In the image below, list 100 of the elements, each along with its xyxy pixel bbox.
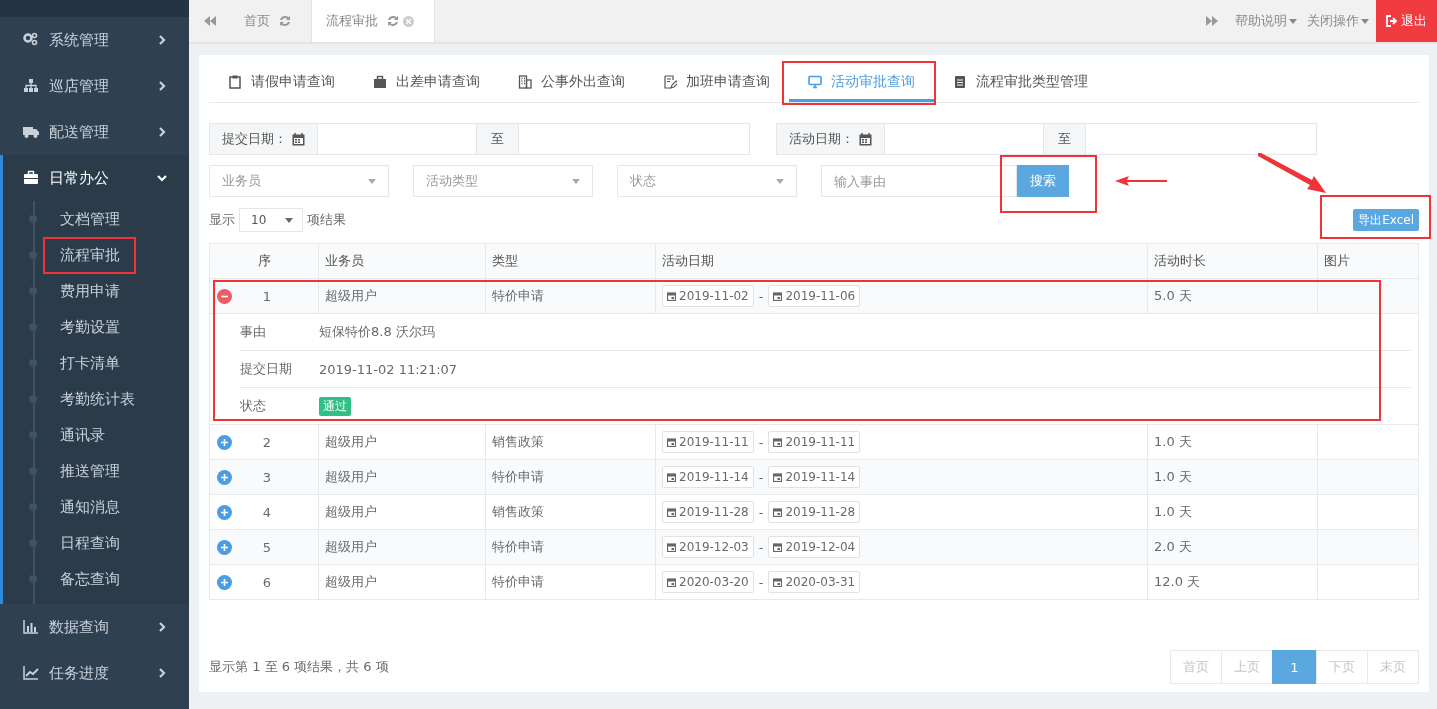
calendar-icon [773, 472, 783, 482]
caret-down-icon [776, 178, 784, 184]
tab[interactable]: 流程审批类型管理 [934, 65, 1107, 102]
detail-label: 状态 [240, 397, 267, 415]
table-cell: 1.0 天 [1148, 425, 1318, 459]
sidebar-item[interactable]: 日常办公 [3, 155, 189, 201]
refresh-icon[interactable] [279, 15, 291, 27]
sidebar-item[interactable]: 巡店管理 [0, 63, 189, 109]
column-header: 业务员 [319, 244, 486, 278]
row-number: 2 [262, 434, 272, 450]
sidebar-subitem[interactable]: 备忘查询 [60, 569, 120, 589]
caret-down-icon [368, 178, 376, 184]
date-text: 2019-11-14 [679, 470, 749, 484]
calendar-icon [667, 472, 676, 482]
table-cell: 5.0 天 [1148, 279, 1318, 313]
calendar-icon [667, 577, 676, 587]
date-range-field[interactable]: 活动日期： 至 [776, 123, 1317, 155]
gears-icon [23, 32, 39, 48]
double-left-icon[interactable] [203, 16, 216, 26]
expand-button[interactable] [217, 540, 232, 555]
tab[interactable]: 加班申请查询 [644, 65, 789, 102]
page-tab[interactable]: 流程审批 [312, 0, 435, 42]
column-header: 活动时长 [1148, 244, 1318, 278]
detail-value: 2019-11-02 11:21:07 [319, 361, 458, 377]
close-icon[interactable] [403, 15, 414, 27]
column-header: 类型 [486, 244, 656, 278]
page-length-select[interactable]: 10 [239, 208, 303, 232]
expand-button[interactable] [217, 435, 232, 450]
sidebar-subitem[interactable]: 打卡清单 [60, 353, 120, 373]
detail-label: 提交日期 [240, 360, 293, 378]
calendar-icon [667, 542, 676, 552]
double-right-icon[interactable] [1206, 16, 1218, 26]
sign-out-icon [1386, 15, 1398, 27]
field-label: 活动日期： [789, 130, 854, 148]
date-text: 2019-11-02 [679, 289, 749, 303]
reason-input[interactable]: 输入事由 [821, 165, 1017, 197]
sidebar-subitem[interactable]: 通讯录 [60, 425, 105, 445]
table-cell: 销售政策 [486, 495, 656, 529]
date-text: 2019-11-28 [785, 505, 856, 519]
sidebar-subitem[interactable]: 考勤统计表 [60, 389, 135, 409]
row-number: 6 [262, 574, 272, 590]
calendar-icon [773, 291, 783, 301]
sidebar-item[interactable]: 任务进度 [0, 650, 189, 696]
expand-button[interactable] [217, 470, 232, 485]
column-header: 活动日期 [656, 244, 1148, 278]
date-separator: - [758, 504, 764, 520]
row-number: 3 [262, 469, 272, 485]
logout-button[interactable]: 退出 [1376, 0, 1437, 42]
tree-dot-icon [29, 395, 37, 403]
collapse-button[interactable] [217, 289, 232, 304]
calendar-icon [667, 437, 676, 447]
bar-chart-icon [23, 619, 39, 635]
tree-dot-icon [29, 251, 37, 259]
date-range-field[interactable]: 提交日期： 至 [209, 123, 750, 155]
briefcase-icon [373, 75, 387, 89]
sidebar-item[interactable]: 系统管理 [0, 17, 189, 63]
tree-dot-icon [29, 467, 37, 475]
tree-dot-icon [29, 539, 37, 547]
date-text: 2019-11-11 [785, 435, 856, 449]
date-text: 2019-11-06 [785, 289, 856, 303]
table-cell: 超级用户 [319, 460, 486, 494]
sidebar-item[interactable]: 数据查询 [0, 604, 189, 650]
building-icon [518, 75, 532, 89]
date-separator: - [758, 574, 764, 590]
refresh-icon[interactable] [387, 15, 399, 27]
sidebar-subitem[interactable]: 通知消息 [60, 497, 120, 517]
range-separator: 至 [477, 124, 518, 154]
calendar-icon [859, 132, 872, 146]
tree-dot-icon [29, 431, 37, 439]
table-cell: 特价申请 [486, 460, 656, 494]
caret-down-icon [285, 217, 293, 223]
tree-dot-icon [29, 215, 37, 223]
sidebar-item[interactable]: 配送管理 [0, 109, 189, 155]
table-cell: 12.0 天 [1148, 565, 1318, 599]
table-cell: 超级用户 [319, 495, 486, 529]
sidebar-subitem[interactable]: 流程审批 [60, 245, 120, 265]
sidebar-subitem[interactable]: 推送管理 [60, 461, 120, 481]
sidebar-subitem[interactable]: 文档管理 [60, 209, 120, 229]
expand-button[interactable] [217, 505, 232, 520]
caret-down-icon [572, 178, 580, 184]
column-header: 序 [210, 244, 319, 278]
tab[interactable]: 公事外出查询 [499, 65, 644, 102]
pencil-note-icon [663, 75, 677, 89]
briefcase-icon [23, 170, 39, 186]
date-separator: - [758, 288, 764, 304]
length-label: 显示 [209, 211, 235, 229]
expand-button[interactable] [217, 575, 232, 590]
status-badge: 通过 [319, 396, 351, 416]
sidebar-subitem[interactable]: 日程查询 [60, 533, 120, 553]
table-cell: 特价申请 [486, 530, 656, 564]
sidebar-subitem[interactable]: 考勤设置 [60, 317, 120, 337]
tab[interactable]: 请假申请查询 [209, 65, 354, 102]
calendar-icon [773, 507, 783, 517]
tab[interactable]: 出差申请查询 [354, 65, 499, 102]
column-header: 图片 [1318, 244, 1418, 278]
row-number: 4 [262, 504, 272, 520]
sidebar-subitem[interactable]: 费用申请 [60, 281, 120, 301]
date-separator: - [758, 539, 764, 555]
calendar-icon [773, 542, 783, 552]
tree-dot-icon [29, 359, 37, 367]
